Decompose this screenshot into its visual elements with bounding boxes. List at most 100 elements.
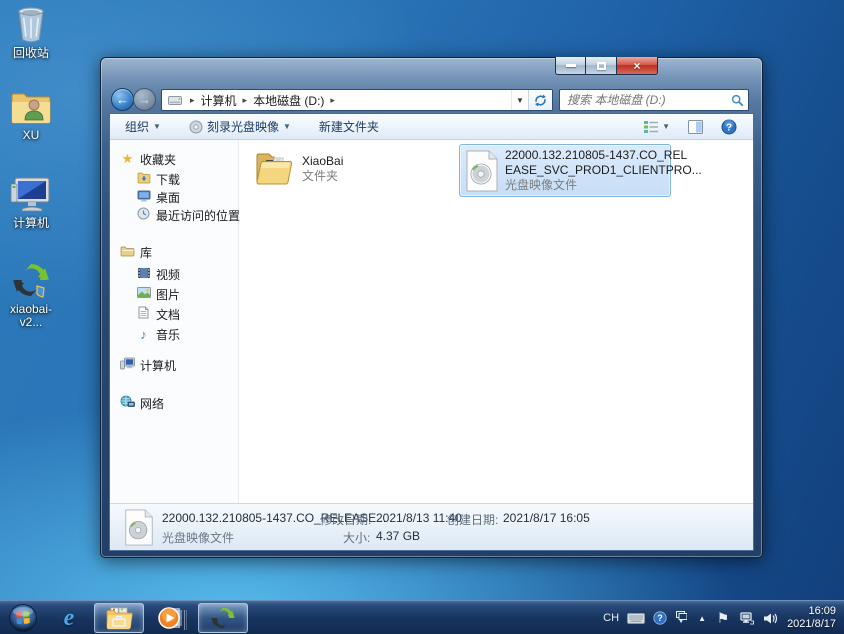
desktop: 回收站 XU 计算机 (0, 0, 844, 634)
sidebar-item-music[interactable]: ♪ 音乐 (136, 325, 180, 343)
address-bar[interactable]: ▸ 计算机 ▸ 本地磁盘 (D:) ▸ ▼ (161, 89, 553, 111)
sidebar-item-videos[interactable]: 视频 (136, 265, 180, 283)
sidebar-label: 收藏夹 (140, 151, 176, 168)
taskbar-xiaobai-button[interactable] (198, 603, 248, 633)
maximize-button[interactable] (586, 57, 616, 75)
pictures-icon (136, 287, 151, 301)
desktop-icon-xu-folder[interactable]: XU (0, 86, 62, 142)
desktop-icon-computer[interactable]: 计算机 (0, 174, 62, 230)
size-value: 4.37 GB (376, 529, 420, 543)
taskbar-ie-button[interactable]: e (48, 603, 90, 633)
xiaobai-app-icon (210, 605, 236, 631)
disc-image-file-icon (465, 150, 499, 192)
tray-help-icon[interactable]: ? (653, 611, 667, 625)
sidebar-item-computer[interactable]: 计算机 (120, 356, 176, 374)
sidebar-label: 库 (140, 244, 152, 261)
sidebar-label: 音乐 (156, 326, 180, 343)
volume-icon[interactable] (762, 612, 778, 625)
desktop-icon-recycle-bin[interactable]: 回收站 (0, 4, 62, 60)
address-dropdown-button[interactable]: ▼ (511, 90, 528, 110)
sidebar-item-recent-places[interactable]: 最近访问的位置 (136, 206, 240, 224)
search-icon (731, 94, 744, 107)
taskbar-wmp-button[interactable] (147, 603, 193, 633)
search-box[interactable] (559, 89, 749, 111)
sidebar-item-network[interactable]: 网络 (120, 394, 164, 412)
chevron-down-icon: ▼ (516, 96, 524, 105)
computer-small-icon (120, 357, 135, 373)
taskbar-clock[interactable]: 16:09 2021/8/17 (785, 605, 842, 631)
organize-label: 组织 (125, 118, 149, 135)
start-button[interactable] (4, 603, 42, 633)
xiaobai-app-icon (0, 260, 62, 300)
videos-icon (136, 267, 151, 282)
desktop-small-icon (136, 190, 151, 205)
show-hidden-icons-button[interactable]: ▲ (695, 614, 709, 623)
crumb-separator: ▸ (186, 95, 199, 106)
help-button[interactable]: ? (717, 116, 741, 138)
created-date-value: 2021/8/17 16:05 (503, 511, 590, 525)
drive-icon (162, 95, 186, 106)
svg-text:?: ? (726, 122, 732, 133)
language-bar-options-icon[interactable]: ▼ (674, 611, 688, 625)
file-tile-xiaobai-folder[interactable]: XiaoBai 文件夹 (248, 144, 448, 194)
language-indicator[interactable]: CH (603, 612, 619, 624)
action-center-flag-icon[interactable]: ⚑ (716, 610, 730, 627)
file-name-line1: 22000.132.210805-1437.CO_REL (505, 148, 702, 163)
details-pane: 22000.132.210805-1437.CO_RELEASE... 光盘映像… (110, 503, 753, 550)
chevron-down-icon: ▼ (678, 620, 684, 625)
caption-buttons: × (555, 57, 658, 75)
minimize-icon (566, 64, 576, 67)
file-name-line2: EASE_SVC_PROD1_CLIENTPRO... (505, 163, 702, 178)
new-folder-button[interactable]: 新建文件夹 (312, 115, 386, 138)
organize-button[interactable]: 组织 ▼ (118, 115, 168, 138)
size-label: 大小: (343, 529, 370, 546)
windows-start-icon (8, 603, 38, 633)
file-tile-iso-selected[interactable]: 22000.132.210805-1437.CO_REL EASE_SVC_PR… (459, 144, 671, 197)
back-icon: ← (116, 92, 129, 107)
breadcrumb-computer[interactable]: 计算机 (199, 92, 239, 109)
sidebar-item-favorites[interactable]: ★ 收藏夹 (120, 150, 176, 168)
taskbar-explorer-button[interactable] (94, 603, 144, 633)
preview-pane-icon (688, 120, 703, 134)
sidebar-item-downloads[interactable]: 下载 (136, 170, 180, 188)
sidebar-item-pictures[interactable]: 图片 (136, 285, 180, 303)
computer-icon (0, 174, 62, 214)
search-input[interactable] (567, 93, 731, 107)
sidebar-item-desktop[interactable]: 桌面 (136, 188, 180, 206)
breadcrumb-local-disk-d[interactable]: 本地磁盘 (D:) (251, 92, 326, 109)
refresh-button[interactable] (528, 90, 552, 110)
recycle-bin-icon (0, 4, 62, 44)
desktop-icon-xiaobai[interactable]: xiaobai-v2... (0, 260, 62, 329)
change-view-button[interactable]: ▼ (639, 117, 674, 137)
folder-icon (254, 148, 296, 190)
svg-text:?: ? (657, 613, 663, 623)
music-icon: ♪ (136, 327, 151, 342)
crumb-separator: ▸ (239, 95, 252, 106)
minimize-button[interactable] (555, 57, 586, 75)
close-icon: × (633, 59, 640, 73)
burn-disc-image-button[interactable]: 刻录光盘映像 ▼ (182, 115, 298, 138)
forward-button[interactable]: → (133, 88, 156, 111)
back-button[interactable]: ← (111, 88, 134, 111)
preview-pane-button[interactable] (684, 117, 707, 137)
created-date-label: 创建日期: (447, 511, 498, 528)
sidebar-item-documents[interactable]: 文档 (136, 305, 180, 323)
system-tray: CH ? ▼ ▲ ⚑ 16:09 2021/8/17 (603, 601, 842, 634)
close-button[interactable]: × (616, 57, 658, 75)
sidebar-item-libraries[interactable]: 库 (120, 243, 152, 261)
disc-icon (189, 120, 203, 134)
explorer-body: ★ 收藏夹 下载 桌面 (110, 140, 753, 503)
file-type: 文件夹 (302, 169, 343, 184)
sidebar-label: 网络 (140, 395, 164, 412)
chevron-down-icon: ▼ (283, 122, 291, 131)
file-type: 光盘映像文件 (505, 178, 702, 193)
explorer-window: × ← → ▸ 计算机 ▸ 本地磁盘 (D:) ▸ ▼ (100, 57, 763, 558)
keyboard-icon[interactable] (626, 613, 646, 624)
network-status-icon[interactable] (737, 612, 755, 625)
sidebar-label: 最近访问的位置 (156, 207, 240, 224)
views-icon (643, 120, 659, 134)
burn-label: 刻录光盘映像 (207, 118, 279, 135)
details-file-type: 光盘映像文件 (162, 529, 234, 546)
downloads-icon (136, 172, 151, 187)
chevron-down-icon: ▼ (153, 122, 161, 131)
